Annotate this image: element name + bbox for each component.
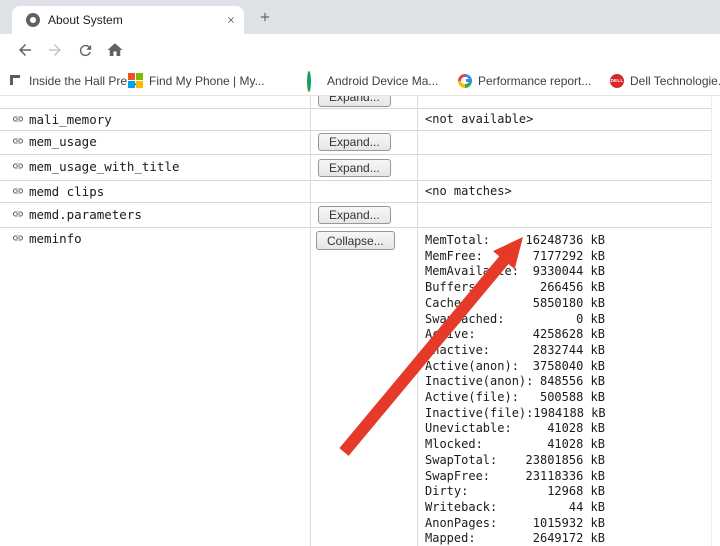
bookmarks-bar: Inside the Hall Pre... Find My Phone | M… — [0, 66, 720, 96]
bookmark-dell[interactable]: DELL Dell Technologie... — [610, 66, 720, 95]
meminfo-line: SwapTotal:23801856 kB — [425, 453, 605, 469]
new-tab-button[interactable] — [258, 10, 272, 24]
link-icon[interactable] — [12, 185, 24, 197]
inside-the-hall-icon — [8, 73, 23, 88]
meminfo-line: Writeback:44 kB — [425, 500, 605, 516]
bookmark-inside-the-hall[interactable]: Inside the Hall Pre... — [8, 66, 137, 95]
android-icon — [306, 73, 321, 88]
row-divider — [0, 108, 711, 109]
column-divider-2 — [417, 96, 418, 546]
home-button[interactable] — [100, 41, 130, 59]
meminfo-line: Cached:5850180 kB — [425, 296, 605, 312]
row-divider — [0, 180, 711, 181]
link-icon[interactable] — [12, 135, 24, 147]
forward-button[interactable] — [40, 41, 70, 59]
link-icon[interactable] — [12, 208, 24, 220]
scrollbar-track[interactable] — [711, 96, 712, 546]
collapse-button-meminfo[interactable]: Collapse... — [316, 231, 395, 250]
expand-button-mem-usage[interactable]: Expand... — [318, 133, 391, 151]
row-divider — [0, 130, 711, 131]
row-name: mem_usage_with_title — [29, 159, 180, 174]
meminfo-line: Unevictable:41028 kB — [425, 421, 605, 437]
row-mem-usage-with-title: mem_usage_with_title — [12, 158, 180, 174]
meminfo-line: Mapped:2649172 kB — [425, 531, 605, 546]
tab-close-icon[interactable] — [226, 15, 236, 25]
meminfo-line: SwapFree:23118336 kB — [425, 469, 605, 485]
meminfo-line: Inactive(file):1984188 kB — [425, 406, 605, 422]
link-icon[interactable] — [12, 113, 24, 125]
meminfo-line: Dirty:12968 kB — [425, 484, 605, 500]
expand-button-partial[interactable]: Expand... — [318, 96, 391, 107]
meminfo-line: Active(anon):3758040 kB — [425, 359, 605, 375]
meminfo-line: SwapCached:0 kB — [425, 312, 605, 328]
browser-window: About System Chrome chrome:// system — [0, 0, 720, 546]
row-divider — [0, 202, 711, 203]
meminfo-line: Buffers:266456 kB — [425, 280, 605, 296]
row-memd-parameters: memd.parameters — [12, 206, 142, 222]
meminfo-line: Inactive(anon):848556 kB — [425, 374, 605, 390]
row-name: mali_memory — [29, 112, 112, 127]
bookmark-performance-report[interactable]: Performance report... — [458, 66, 591, 95]
row-mali-memory: mali_memory — [12, 111, 112, 127]
row-name: memd.parameters — [29, 207, 142, 222]
meminfo-line: Active(file):500588 kB — [425, 390, 605, 406]
row-name: memd clips — [29, 184, 104, 199]
meminfo-line: Inactive:2832744 kB — [425, 343, 605, 359]
dell-icon: DELL — [610, 74, 624, 88]
row-name: mem_usage — [29, 134, 97, 149]
link-icon[interactable] — [12, 232, 24, 244]
bookmark-android-device[interactable]: Android Device Ma... — [306, 66, 438, 95]
page-favicon — [26, 13, 40, 27]
meminfo-line: MemTotal:16248736 kB — [425, 233, 605, 249]
meminfo-line: MemFree:7177292 kB — [425, 249, 605, 265]
row-memd-clips: memd clips — [12, 183, 104, 199]
tab-about-system[interactable]: About System — [12, 6, 244, 34]
expand-button-memd-parameters[interactable]: Expand... — [318, 206, 391, 224]
back-button[interactable] — [10, 41, 40, 59]
microsoft-icon — [128, 73, 143, 88]
system-table: Expand... mali_memory <not available> me… — [0, 96, 720, 546]
tab-title: About System — [48, 13, 226, 27]
bookmark-find-my-phone[interactable]: Find My Phone | My... — [128, 66, 265, 95]
row-value: <no matches> — [425, 184, 512, 198]
meminfo-pre: MemTotal:16248736 kBMemFree:7177292 kBMe… — [425, 233, 605, 546]
column-divider-1 — [310, 96, 311, 546]
link-icon[interactable] — [12, 160, 24, 172]
row-divider — [0, 227, 711, 228]
meminfo-line: MemAvailable:9330044 kB — [425, 264, 605, 280]
tab-strip: About System — [0, 0, 720, 34]
meminfo-line: Active:4258628 kB — [425, 327, 605, 343]
row-mem-usage: mem_usage — [12, 133, 97, 149]
toolbar: Chrome chrome:// system — [0, 34, 720, 66]
expand-button-mem-usage-with-title[interactable]: Expand... — [318, 159, 391, 177]
row-divider — [0, 154, 711, 155]
meminfo-line: Mlocked:41028 kB — [425, 437, 605, 453]
row-name: meminfo — [29, 231, 82, 246]
row-meminfo: meminfo — [12, 230, 82, 246]
row-value: <not available> — [425, 112, 533, 126]
google-icon — [458, 74, 472, 88]
reload-button[interactable] — [70, 42, 100, 59]
meminfo-line: AnonPages:1015932 kB — [425, 516, 605, 532]
